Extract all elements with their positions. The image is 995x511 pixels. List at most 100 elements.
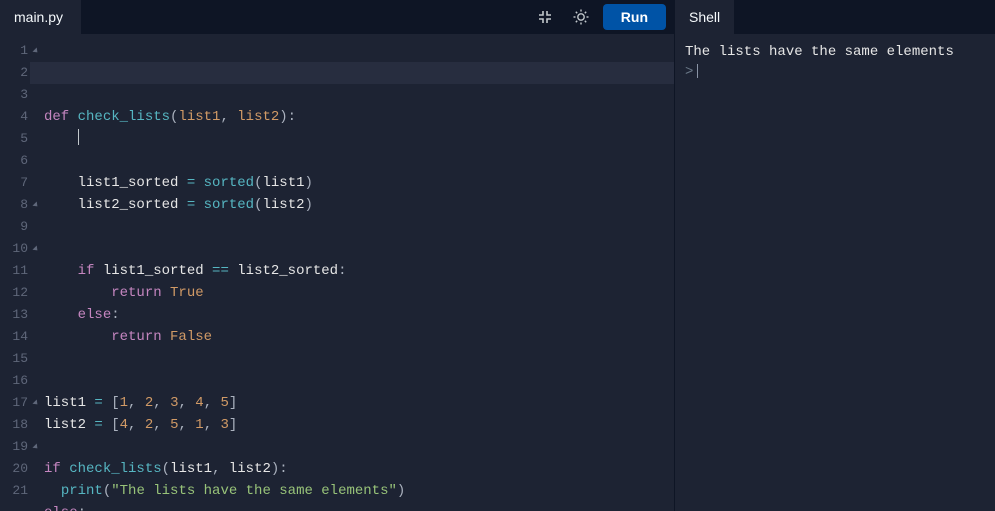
token: [44, 285, 111, 301]
token: ]: [229, 417, 237, 433]
token: :: [338, 263, 346, 279]
token: check_lists: [78, 109, 170, 125]
code-line[interactable]: list2_sorted = sorted(list2): [44, 194, 674, 216]
token: ): [397, 483, 405, 499]
token: ):: [279, 109, 296, 125]
shell-header: Shell: [675, 0, 995, 34]
code-line[interactable]: [44, 216, 674, 238]
token: list1_sorted: [78, 175, 179, 191]
token: sorted: [204, 197, 254, 213]
file-tab[interactable]: main.py: [0, 0, 82, 34]
token: else: [44, 505, 78, 511]
code-line[interactable]: else:: [44, 304, 674, 326]
token: ): [305, 197, 313, 213]
token: list1_sorted: [103, 263, 204, 279]
line-number: 18: [0, 414, 30, 436]
token: else: [78, 307, 112, 323]
theme-icon[interactable]: [565, 3, 597, 31]
token: [44, 483, 61, 499]
token: ,: [178, 417, 195, 433]
token: =: [178, 175, 203, 191]
code-line[interactable]: [44, 150, 674, 172]
shell-pane: Shell The lists have the same elements >: [675, 0, 995, 511]
code-line[interactable]: print("The lists have the same elements"…: [44, 480, 674, 502]
line-number: 6: [0, 150, 30, 172]
code-line[interactable]: [44, 370, 674, 392]
text-cursor: [78, 129, 79, 145]
line-number: 4: [0, 106, 30, 128]
line-number: 11: [0, 260, 30, 282]
editor-header: main.py Run: [0, 0, 674, 34]
token: return: [111, 285, 170, 301]
token: 4: [195, 395, 203, 411]
line-number: 13: [0, 304, 30, 326]
token: 5: [221, 395, 229, 411]
token: return: [111, 329, 170, 345]
code-line[interactable]: [44, 128, 674, 150]
token: if: [78, 263, 103, 279]
code-line[interactable]: if check_lists(list1, list2):: [44, 458, 674, 480]
token: list1: [170, 461, 212, 477]
code-line[interactable]: list1 = [1, 2, 3, 4, 5]: [44, 392, 674, 414]
code-line[interactable]: if list1_sorted == list2_sorted:: [44, 260, 674, 282]
line-number: 20: [0, 458, 30, 480]
file-tab-label: main.py: [14, 9, 63, 25]
token: ,: [153, 417, 170, 433]
line-number: 19: [0, 436, 30, 458]
code-line[interactable]: else:: [44, 502, 674, 511]
run-button-label: Run: [621, 9, 648, 25]
line-number: 3: [0, 84, 30, 106]
code-editor[interactable]: 123456789101112131415161718192021 def ch…: [0, 34, 674, 511]
shell-output-line: The lists have the same elements: [685, 44, 954, 60]
token: False: [170, 329, 212, 345]
token: 3: [221, 417, 229, 433]
code-line[interactable]: return False: [44, 326, 674, 348]
token: (: [103, 483, 111, 499]
token: ,: [128, 417, 145, 433]
token: list2: [262, 197, 304, 213]
token: "The lists have the same elements": [111, 483, 397, 499]
shell-cursor: [697, 64, 698, 78]
token: [: [111, 417, 119, 433]
token: :: [111, 307, 119, 323]
shell-prompt: >: [685, 64, 693, 80]
token: [44, 329, 111, 345]
token: ): [305, 175, 313, 191]
code-line[interactable]: list2 = [4, 2, 5, 1, 3]: [44, 414, 674, 436]
token: [: [111, 395, 119, 411]
token: ,: [153, 395, 170, 411]
token: =: [86, 395, 111, 411]
code-line[interactable]: list1_sorted = sorted(list1): [44, 172, 674, 194]
token: check_lists: [69, 461, 161, 477]
token: ,: [204, 395, 221, 411]
token: list2: [229, 461, 271, 477]
line-number: 16: [0, 370, 30, 392]
active-line-highlight: [30, 62, 674, 84]
token: True: [170, 285, 204, 301]
line-number: 15: [0, 348, 30, 370]
line-number: 2: [0, 62, 30, 84]
token: [44, 197, 78, 213]
token: ]: [229, 395, 237, 411]
token: ):: [271, 461, 288, 477]
run-button[interactable]: Run: [603, 4, 666, 30]
token: [44, 131, 78, 147]
collapse-icon[interactable]: [529, 3, 561, 31]
token: [44, 175, 78, 191]
shell-tab[interactable]: Shell: [675, 0, 734, 34]
code-body[interactable]: def check_lists(list1, list2): list1_sor…: [30, 34, 674, 511]
line-number: 1: [0, 40, 30, 62]
code-line[interactable]: [44, 436, 674, 458]
token: 1: [120, 395, 128, 411]
code-line[interactable]: def check_lists(list1, list2):: [44, 106, 674, 128]
code-line[interactable]: [44, 238, 674, 260]
token: list2: [44, 417, 86, 433]
token: list2_sorted: [78, 197, 179, 213]
code-line[interactable]: [44, 348, 674, 370]
line-number: 9: [0, 216, 30, 238]
shell-output[interactable]: The lists have the same elements >: [675, 34, 995, 511]
token: 4: [120, 417, 128, 433]
code-line[interactable]: return True: [44, 282, 674, 304]
line-number: 8: [0, 194, 30, 216]
token: ,: [212, 461, 229, 477]
